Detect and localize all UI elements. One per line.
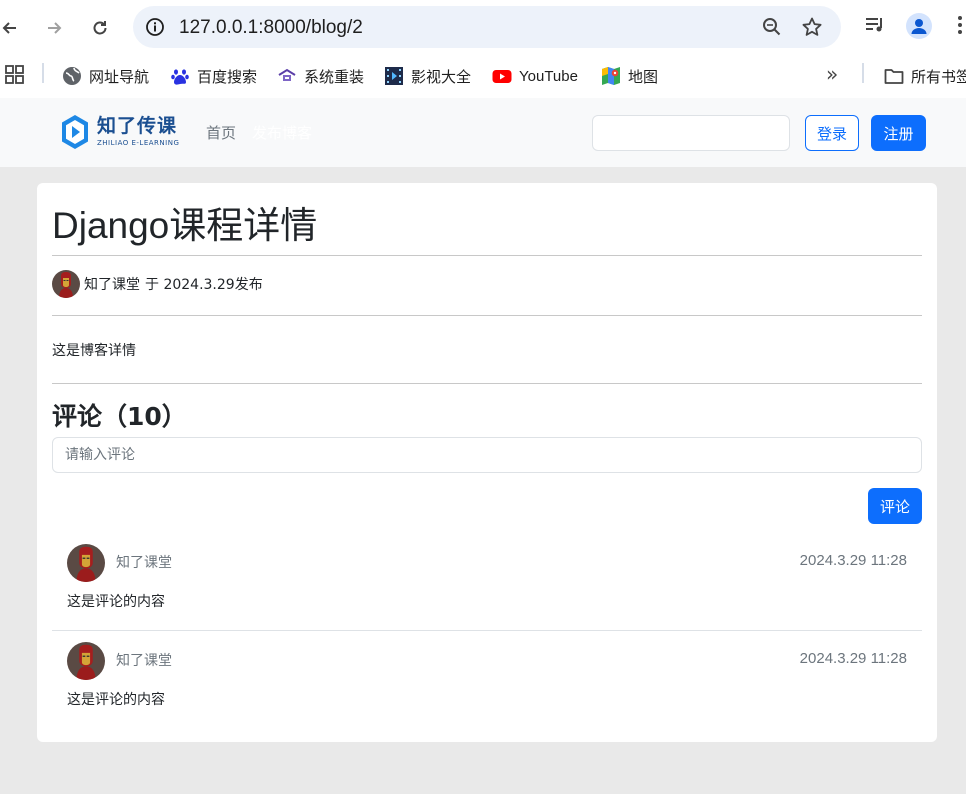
avatar <box>67 642 105 680</box>
bookmarks-bar: 网址导航 百度搜索 系统重装 影视大全 YouTube 地图 » 所有书签 <box>0 56 966 98</box>
comment-time: 2024.3.29 11:28 <box>799 650 907 667</box>
folder-icon <box>884 66 904 86</box>
apps-grid-icon[interactable] <box>5 65 25 89</box>
comment-input[interactable] <box>52 437 922 473</box>
comment-item: 知了课堂 2024.3.29 11:28 这是评论的内容 <box>52 533 922 631</box>
bookmark-label: 系统重装 <box>304 68 365 86</box>
bookmark-label: 百度搜索 <box>197 68 258 86</box>
globe-icon <box>62 66 82 86</box>
register-button[interactable]: 注册 <box>871 115 926 151</box>
bookmark-baidu[interactable]: 百度搜索 <box>170 64 257 88</box>
menu-dots-icon[interactable] <box>956 14 964 40</box>
submit-comment-button[interactable]: 评论 <box>868 488 922 524</box>
film-icon <box>384 66 404 86</box>
chevron-more-icon[interactable]: » <box>826 62 838 86</box>
author-name: 知了课堂 <box>84 277 140 293</box>
comment-time: 2024.3.29 11:28 <box>799 552 907 569</box>
nav-link-home[interactable]: 首页 <box>206 122 236 143</box>
comment-author: 知了课堂 <box>116 555 172 571</box>
bookmark-all-folder[interactable]: 所有书签 <box>884 64 966 88</box>
bookmark-wangzhi[interactable]: 网址导航 <box>62 64 149 88</box>
avatar <box>67 544 105 582</box>
site-info-icon[interactable] <box>145 17 165 41</box>
site-navbar: 知了传课 ZHILIAO E-LEARNING 首页 发布博客 登录 注册 <box>0 98 966 167</box>
browser-toolbar: 127.0.0.1:8000/blog/2 <box>0 0 966 56</box>
bookmark-film[interactable]: 影视大全 <box>384 64 471 88</box>
blog-content: 这是博客详情 <box>52 343 136 359</box>
bookmark-star-icon[interactable] <box>801 16 823 42</box>
bookmark-label: 地图 <box>628 68 659 86</box>
forward-arrow-icon[interactable] <box>40 14 68 42</box>
system-icon <box>277 66 297 86</box>
avatar <box>52 270 80 298</box>
navbar-search-input[interactable] <box>592 115 790 151</box>
bookmark-separator <box>862 63 864 83</box>
blog-meta: 知了课堂 于 2024.3.29发布 <box>52 270 263 298</box>
maps-icon <box>601 66 621 86</box>
blog-detail-card: Django课程详情 知了课堂 于 2024.3.29发布 这是博客详情 评论（… <box>37 183 937 742</box>
bookmark-system[interactable]: 系统重装 <box>277 64 364 88</box>
comment-text: 这是评论的内容 <box>67 692 165 708</box>
url-text[interactable]: 127.0.0.1:8000/blog/2 <box>179 17 363 39</box>
youtube-icon <box>492 66 512 86</box>
comment-text: 这是评论的内容 <box>67 594 165 610</box>
back-arrow-icon[interactable] <box>0 14 24 42</box>
bookmark-label: YouTube <box>519 67 578 85</box>
comments-heading: 评论（10） <box>52 402 187 431</box>
bookmark-youtube[interactable]: YouTube <box>492 64 578 88</box>
divider <box>52 315 922 316</box>
nav-link-publish-blog[interactable]: 发布博客 <box>252 122 312 143</box>
comment-item: 知了课堂 2024.3.29 11:28 这是评论的内容 <box>52 631 922 729</box>
bookmark-maps[interactable]: 地图 <box>601 64 658 88</box>
page-title: Django课程详情 <box>52 205 318 246</box>
bookmark-separator <box>42 63 44 83</box>
address-bar[interactable]: 127.0.0.1:8000/blog/2 <box>133 6 841 48</box>
bookmark-folder-label: 所有书签 <box>911 68 966 86</box>
logo-mark-icon <box>62 115 88 149</box>
baidu-paw-icon <box>170 66 190 86</box>
site-logo[interactable]: 知了传课 ZHILIAO E-LEARNING <box>60 114 179 150</box>
logo-subtitle: ZHILIAO E-LEARNING <box>97 139 180 147</box>
profile-avatar-icon[interactable] <box>906 13 932 43</box>
logo-title: 知了传课 <box>97 115 178 137</box>
reload-icon[interactable] <box>86 14 114 42</box>
login-button[interactable]: 登录 <box>805 115 859 151</box>
publish-date: 于 2024.3.29发布 <box>145 277 263 293</box>
divider <box>52 255 922 256</box>
zoom-icon[interactable] <box>762 17 782 41</box>
divider <box>52 383 922 384</box>
bookmark-label: 影视大全 <box>411 68 472 86</box>
comment-author: 知了课堂 <box>116 653 172 669</box>
media-control-icon[interactable] <box>864 14 886 40</box>
bookmark-label: 网址导航 <box>89 68 150 86</box>
